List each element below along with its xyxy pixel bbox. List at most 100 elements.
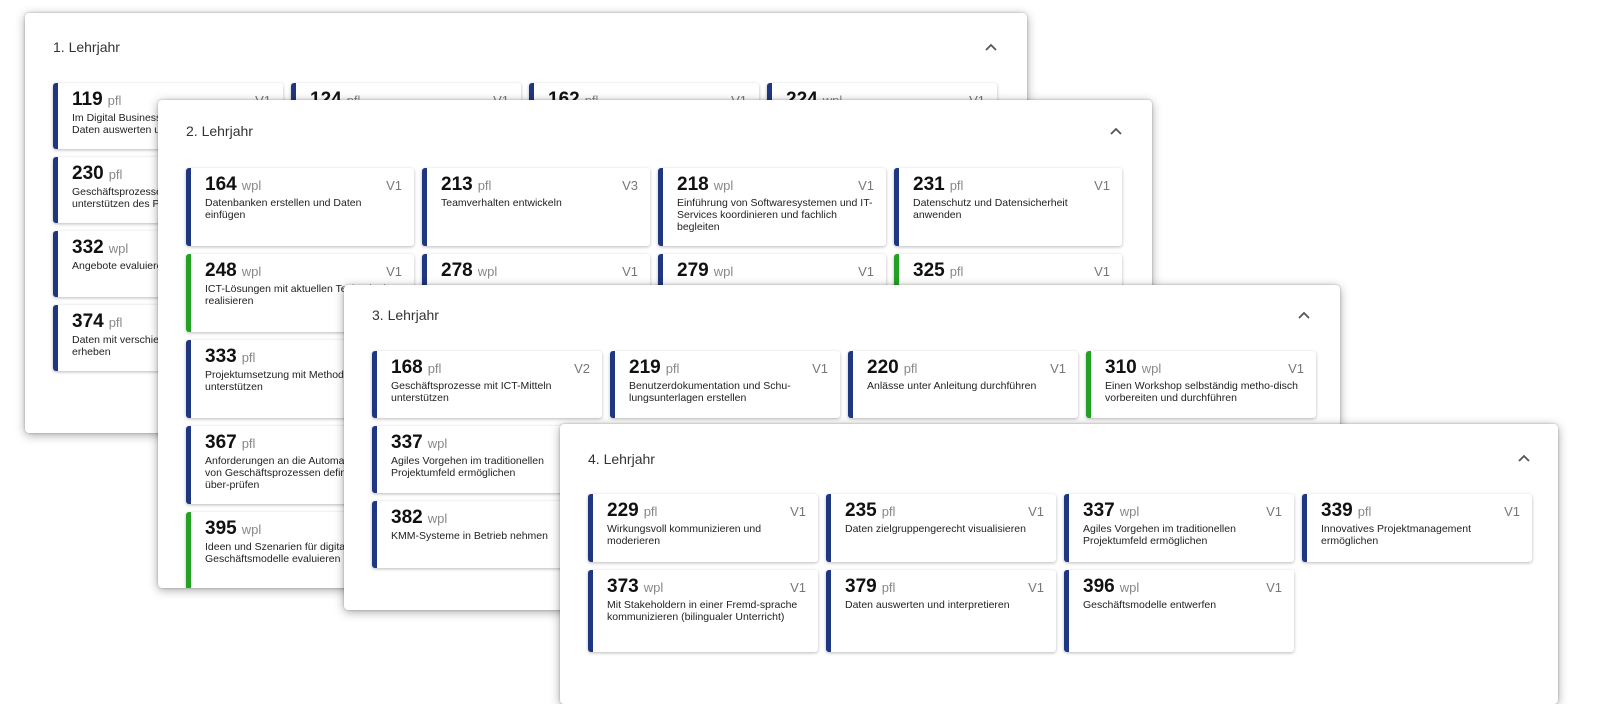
module-number: 395 [205,518,237,539]
panel-title: 2. Lehrjahr [186,123,253,139]
module-version: V1 [858,264,874,279]
chevron-up-icon[interactable] [1108,123,1124,139]
module-version: V1 [790,580,806,595]
module-card[interactable]: 213 pfl V3 Teamverhalten entwickeln [422,168,650,246]
module-number: 235 [845,500,877,521]
module-header: 229 pfl V1 [607,501,806,521]
module-card[interactable]: 310 wpl V1 Einen Workshop selbständig metho… [1086,351,1316,418]
module-header: 218 wpl V1 [677,175,874,195]
module-name: Geschäftsprozesse mit ICT-Mitteln unters… [391,380,552,404]
module-version: V1 [386,264,402,279]
module-number: 278 [441,260,473,281]
module-version: V1 [1504,504,1520,519]
module-type: pfl [881,504,896,519]
module-name: Innovatives Projektmanagement ermögliche… [1321,523,1471,547]
module-name: Datenschutz und Datensicherheit anwenden [913,197,1068,221]
module-header: 231 pfl V1 [913,175,1110,195]
panel-lehrjahr-4: 4. Lehrjahr 229 pfl V1 Wirkungsvoll kommuni… [560,424,1558,704]
module-number: 279 [677,260,709,281]
module-type: wpl [1141,361,1162,376]
module-version: V1 [858,178,874,193]
module-card[interactable]: 235 pfl V1 Daten zielgruppengerecht visuali… [826,494,1056,562]
panel-header[interactable]: 2. Lehrjahr [158,100,1152,160]
module-number: 339 [1321,500,1353,521]
module-type: pfl [241,436,256,451]
module-type: wpl [108,241,129,256]
module-version: V1 [790,504,806,519]
module-number: 396 [1083,576,1115,597]
module-card[interactable]: 218 wpl V1 Einführung von Softwaresystemen … [658,168,886,246]
module-version: V1 [1028,504,1044,519]
module-number: 231 [913,174,945,195]
module-type: pfl [241,350,256,365]
module-name: Daten zielgruppengerecht visualisieren [845,523,1026,535]
module-number: 332 [72,237,104,258]
module-number: 337 [1083,500,1115,521]
module-number: 218 [677,174,709,195]
module-header: 396 wpl V1 [1083,577,1282,597]
module-type: pfl [477,178,492,193]
module-number: 367 [205,432,237,453]
module-type: wpl [1119,504,1140,519]
module-type: pfl [427,361,442,376]
module-card[interactable]: 396 wpl V1 Geschäftsmodelle entwerfen [1064,570,1294,652]
module-card[interactable]: 339 pfl V1 Innovatives Projektmanagement er… [1302,494,1532,562]
module-card[interactable]: 231 pfl V1 Datenschutz und Datensicherheit … [894,168,1122,246]
module-header: 325 pfl V1 [913,261,1110,281]
module-name: Agiles Vorgehen im traditionellen Projek… [1083,523,1236,547]
module-card[interactable]: 373 wpl V1 Mit Stakeholdern in einer Fremd-… [588,570,818,652]
module-header: 373 wpl V1 [607,577,806,597]
chevron-up-icon[interactable] [1296,307,1312,323]
module-number: 373 [607,576,639,597]
module-card[interactable]: 168 pfl V2 Geschäftsprozesse mit ICT-Mittel… [372,351,602,418]
chevron-up-icon[interactable] [1516,450,1532,466]
module-number: 229 [607,500,639,521]
module-version: V2 [574,361,590,376]
module-name: Teamverhalten entwickeln [441,197,562,209]
module-type: pfl [949,178,964,193]
module-number: 213 [441,174,473,195]
module-type: pfl [1357,504,1372,519]
module-header: 168 pfl V2 [391,358,590,378]
panel-header[interactable]: 4. Lehrjahr [560,424,1558,484]
module-card[interactable]: 220 pfl V1 Anlässe unter Anleitung durchfüh… [848,351,1078,418]
module-version: V1 [622,264,638,279]
module-number: 219 [629,357,661,378]
panel-header[interactable]: 3. Lehrjahr [344,285,1340,345]
module-header: 213 pfl V3 [441,175,638,195]
module-card[interactable]: 164 wpl V1 Datenbanken erstellen und Daten … [186,168,414,246]
module-number: 337 [391,432,423,453]
module-version: V1 [1266,504,1282,519]
module-type: wpl [713,178,734,193]
module-type: pfl [903,361,918,376]
module-card[interactable]: 337 wpl V1 Agiles Vorgehen im traditionelle… [1064,494,1294,562]
module-card[interactable]: 219 pfl V1 Benutzerdokumentation und Schu-l… [610,351,840,418]
module-name: Geschäftsmodelle entwerfen [1083,599,1217,611]
module-header: 164 wpl V1 [205,175,402,195]
module-version: V1 [812,361,828,376]
module-name: Wirkungsvoll kommunizieren und moderiere… [607,523,762,547]
panel-title: 4. Lehrjahr [588,451,655,467]
module-name: Datenbanken erstellen und Daten einfügen [205,197,362,221]
module-number: 333 [205,346,237,367]
module-name: Einführung von Softwaresystemen und IT-S… [677,197,873,233]
module-number: 248 [205,260,237,281]
module-type: pfl [881,580,896,595]
panel-header[interactable]: 1. Lehrjahr [25,13,1027,73]
module-header: 337 wpl V1 [1083,501,1282,521]
chevron-up-icon[interactable] [983,39,999,55]
module-number: 374 [72,311,104,332]
module-number: 379 [845,576,877,597]
module-header: 279 wpl V1 [677,261,874,281]
module-card[interactable]: 229 pfl V1 Wirkungsvoll kommunizieren und m… [588,494,818,562]
module-type: wpl [241,522,262,537]
module-card[interactable]: 379 pfl V1 Daten auswerten und interpretier… [826,570,1056,652]
module-type: wpl [241,264,262,279]
module-name: Anlässe unter Anleitung durchführen [867,380,1037,392]
module-type: pfl [108,315,123,330]
module-type: wpl [241,178,262,193]
module-version: V1 [1094,264,1110,279]
module-header: 248 wpl V1 [205,261,402,281]
panel-title: 1. Lehrjahr [53,39,120,55]
module-number: 382 [391,507,423,528]
